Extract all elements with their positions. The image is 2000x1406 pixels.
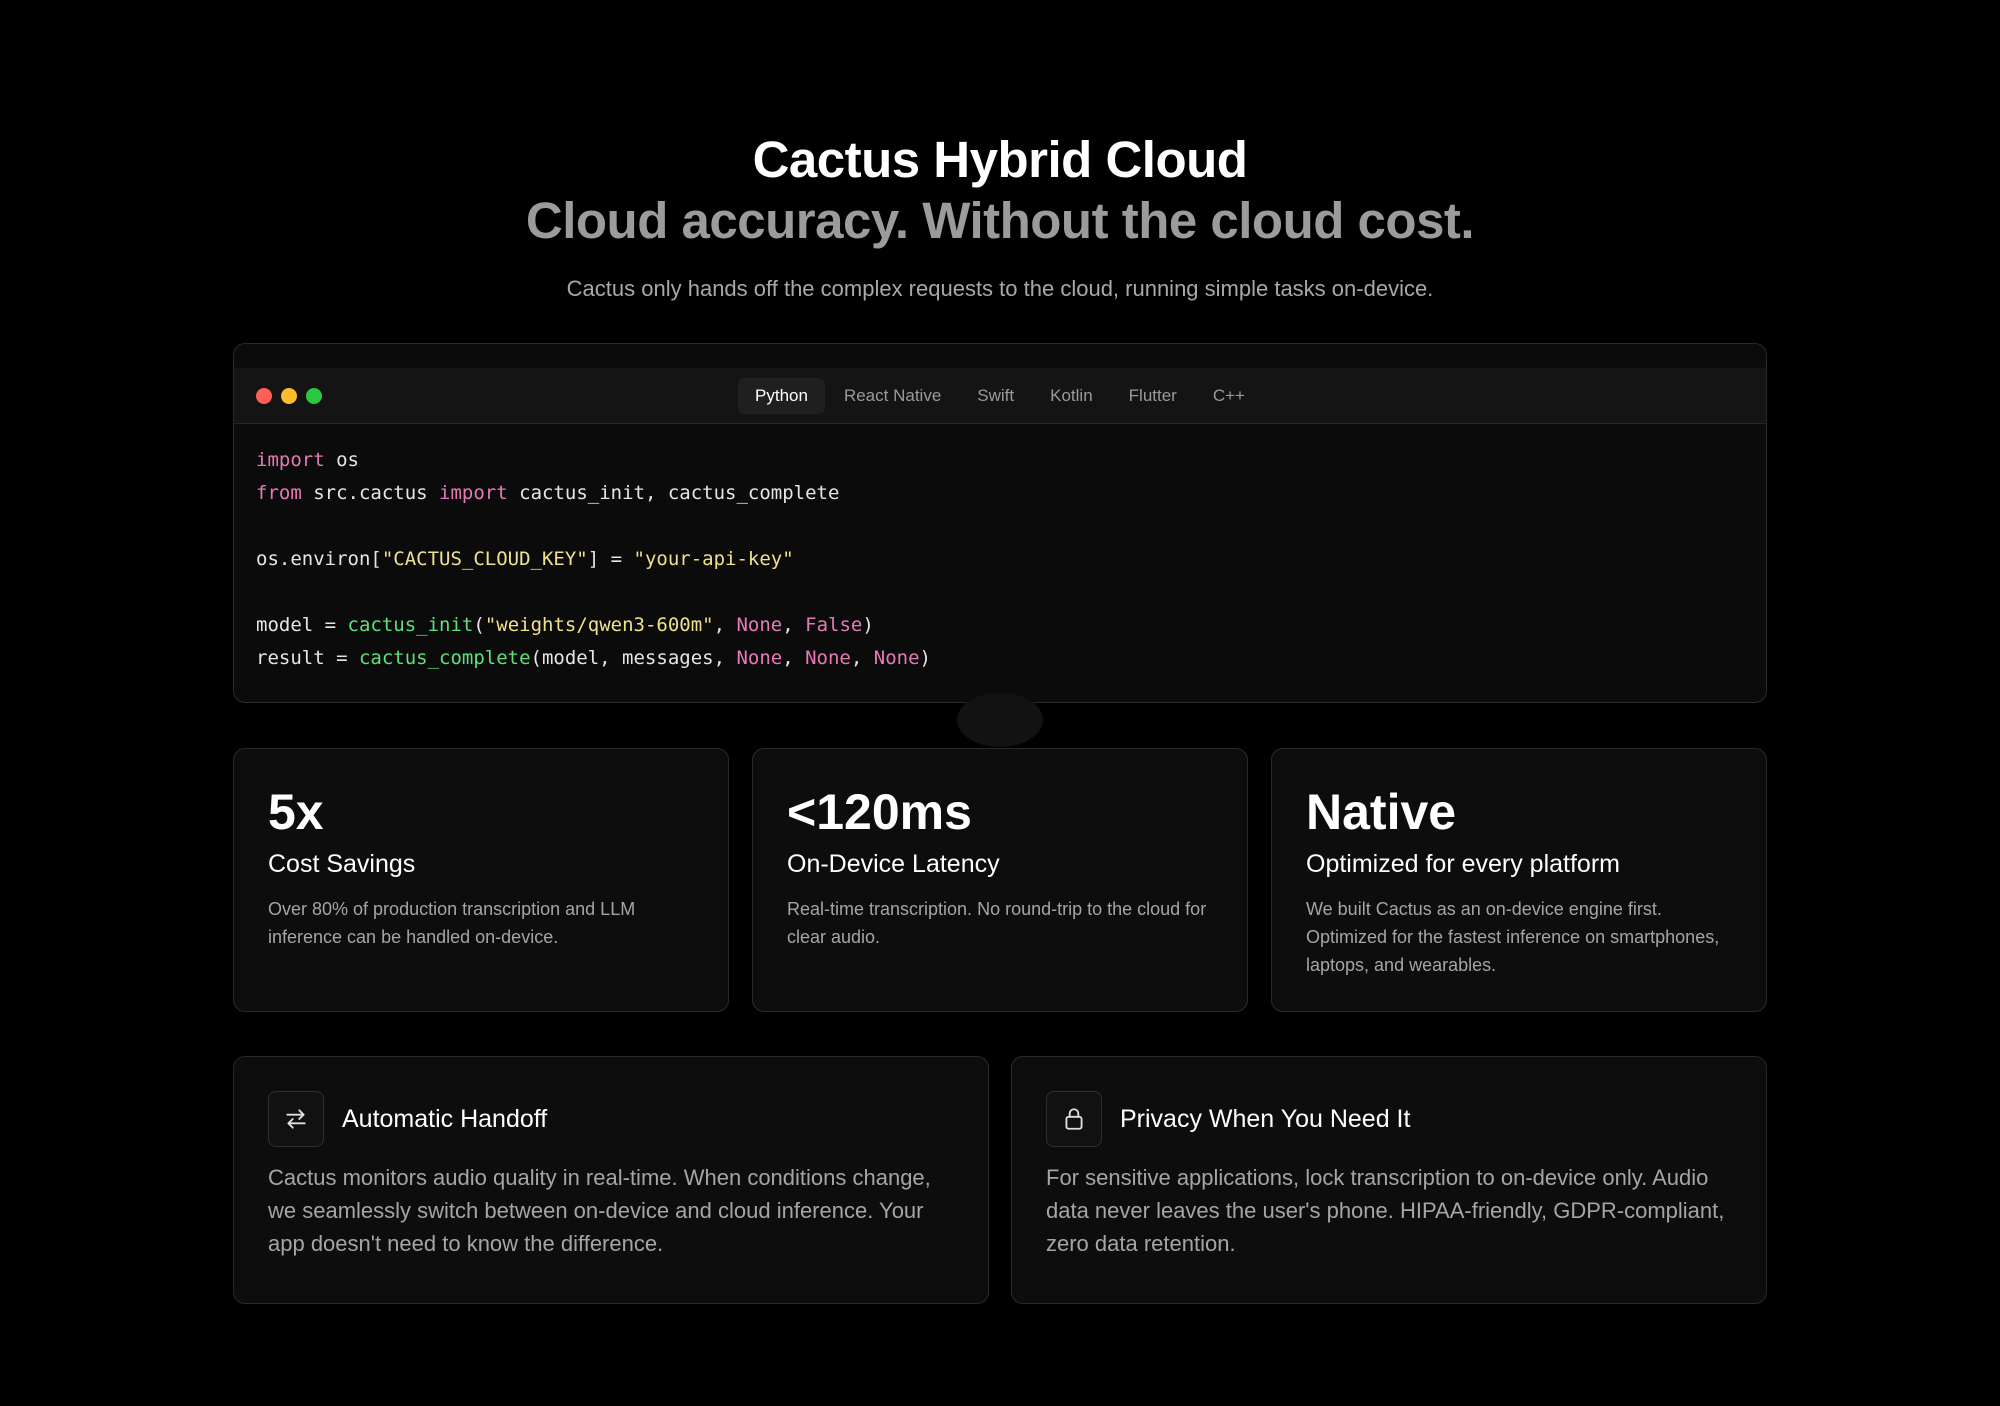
code-token: import: [439, 482, 508, 504]
code-line: result = cactus_complete(model, messages…: [256, 642, 1744, 675]
tab-python[interactable]: Python: [738, 378, 825, 414]
code-line: os.environ["CACTUS_CLOUD_KEY"] = "your-a…: [256, 543, 1744, 576]
code-token: model =: [256, 614, 348, 636]
code-token: ,: [782, 647, 806, 669]
code-token: None: [873, 647, 920, 669]
code-token: None: [736, 614, 783, 636]
feature-description: For sensitive applications, lock transcr…: [1046, 1165, 1725, 1256]
hero-title: Cactus Hybrid Cloud: [752, 131, 1248, 188]
code-token: "your-api-key": [633, 548, 794, 570]
tab-flutter[interactable]: Flutter: [1112, 378, 1194, 414]
arrows-swap-icon: [268, 1091, 324, 1147]
code-token: ,: [850, 647, 874, 669]
code-line: import os: [256, 444, 1744, 477]
code-line: from src.cactus import cactus_init, cact…: [256, 477, 1744, 510]
decorative-glow: [957, 693, 1043, 747]
feature-card-handoff: Automatic Handoff Cactus monitors audio …: [233, 1056, 989, 1304]
feature-title: Privacy When You Need It: [1120, 1105, 1411, 1133]
stat-description: Over 80% of production transcription and…: [268, 899, 636, 947]
stat-value: 5x: [268, 784, 324, 840]
stat-card-cost: 5x Cost Savings Over 80% of production t…: [233, 748, 729, 1012]
code-token: cactus_init, cactus_complete: [507, 482, 840, 504]
hero-subtitle: Cloud accuracy. Without the cloud cost.: [525, 192, 1475, 249]
code-token: (: [473, 614, 485, 636]
stat-card-latency: <120ms On-Device Latency Real-time trans…: [752, 748, 1248, 1012]
code-token: ,: [782, 614, 806, 636]
tab-kotlin[interactable]: Kotlin: [1033, 378, 1110, 414]
stat-label: On-Device Latency: [787, 850, 1000, 878]
tab-swift[interactable]: Swift: [960, 378, 1031, 414]
page: Cactus Hybrid Cloud Cloud accuracy. With…: [0, 0, 2000, 1406]
code-token: None: [805, 647, 851, 669]
feature-title: Automatic Handoff: [342, 1105, 548, 1133]
stat-label: Optimized for every platform: [1306, 850, 1620, 878]
stat-description: We built Cactus as an on-device engine f…: [1306, 899, 1720, 975]
feature-card-privacy: Privacy When You Need It For sensitive a…: [1011, 1056, 1767, 1304]
code-token: ): [919, 647, 931, 669]
code-line: model = cactus_init("weights/qwen3-600m"…: [256, 609, 1744, 642]
hero-description: Cactus only hands off the complex reques…: [566, 276, 1434, 301]
code-token: os: [324, 449, 359, 471]
code-window: Python React Native Swift Kotlin Flutter…: [233, 343, 1767, 703]
code-token: "weights/qwen3-600m": [484, 614, 714, 636]
code-token: cactus_init: [347, 614, 474, 636]
code-block: import os from src.cactus import cactus_i…: [234, 424, 1766, 675]
code-token: (model, messages,: [530, 647, 737, 669]
code-token: None: [736, 647, 783, 669]
stat-value: <120ms: [787, 784, 972, 840]
feature-header: Automatic Handoff: [268, 1091, 954, 1147]
stat-label: Cost Savings: [268, 850, 416, 878]
stat-value: Native: [1306, 784, 1457, 840]
code-token: cactus_complete: [358, 647, 531, 669]
code-token: False: [805, 614, 863, 636]
stat-description: Real-time transcription. No round-trip t…: [787, 899, 1207, 947]
code-token: result =: [256, 647, 359, 669]
code-token: os.environ[: [256, 548, 382, 570]
code-token: src.cactus: [301, 482, 440, 504]
code-token: from: [256, 482, 302, 504]
lock-icon: [1046, 1091, 1102, 1147]
code-token: "CACTUS_CLOUD_KEY": [381, 548, 588, 570]
feature-description: Cactus monitors audio quality in real-ti…: [268, 1165, 931, 1256]
feature-header: Privacy When You Need It: [1046, 1091, 1732, 1147]
hero-section: Cactus Hybrid Cloud Cloud accuracy. With…: [0, 128, 2000, 304]
code-token: import: [256, 449, 325, 471]
code-window-top-strip: [234, 344, 1766, 368]
language-tabs: Python React Native Swift Kotlin Flutter…: [234, 378, 1766, 414]
code-token: ,: [713, 614, 737, 636]
tab-cpp[interactable]: C++: [1196, 378, 1262, 414]
code-token: ] =: [587, 548, 634, 570]
code-window-header: Python React Native Swift Kotlin Flutter…: [234, 368, 1766, 424]
code-token: ): [862, 614, 874, 636]
tab-react-native[interactable]: React Native: [827, 378, 958, 414]
stat-card-native: Native Optimized for every platform We b…: [1271, 748, 1767, 1012]
